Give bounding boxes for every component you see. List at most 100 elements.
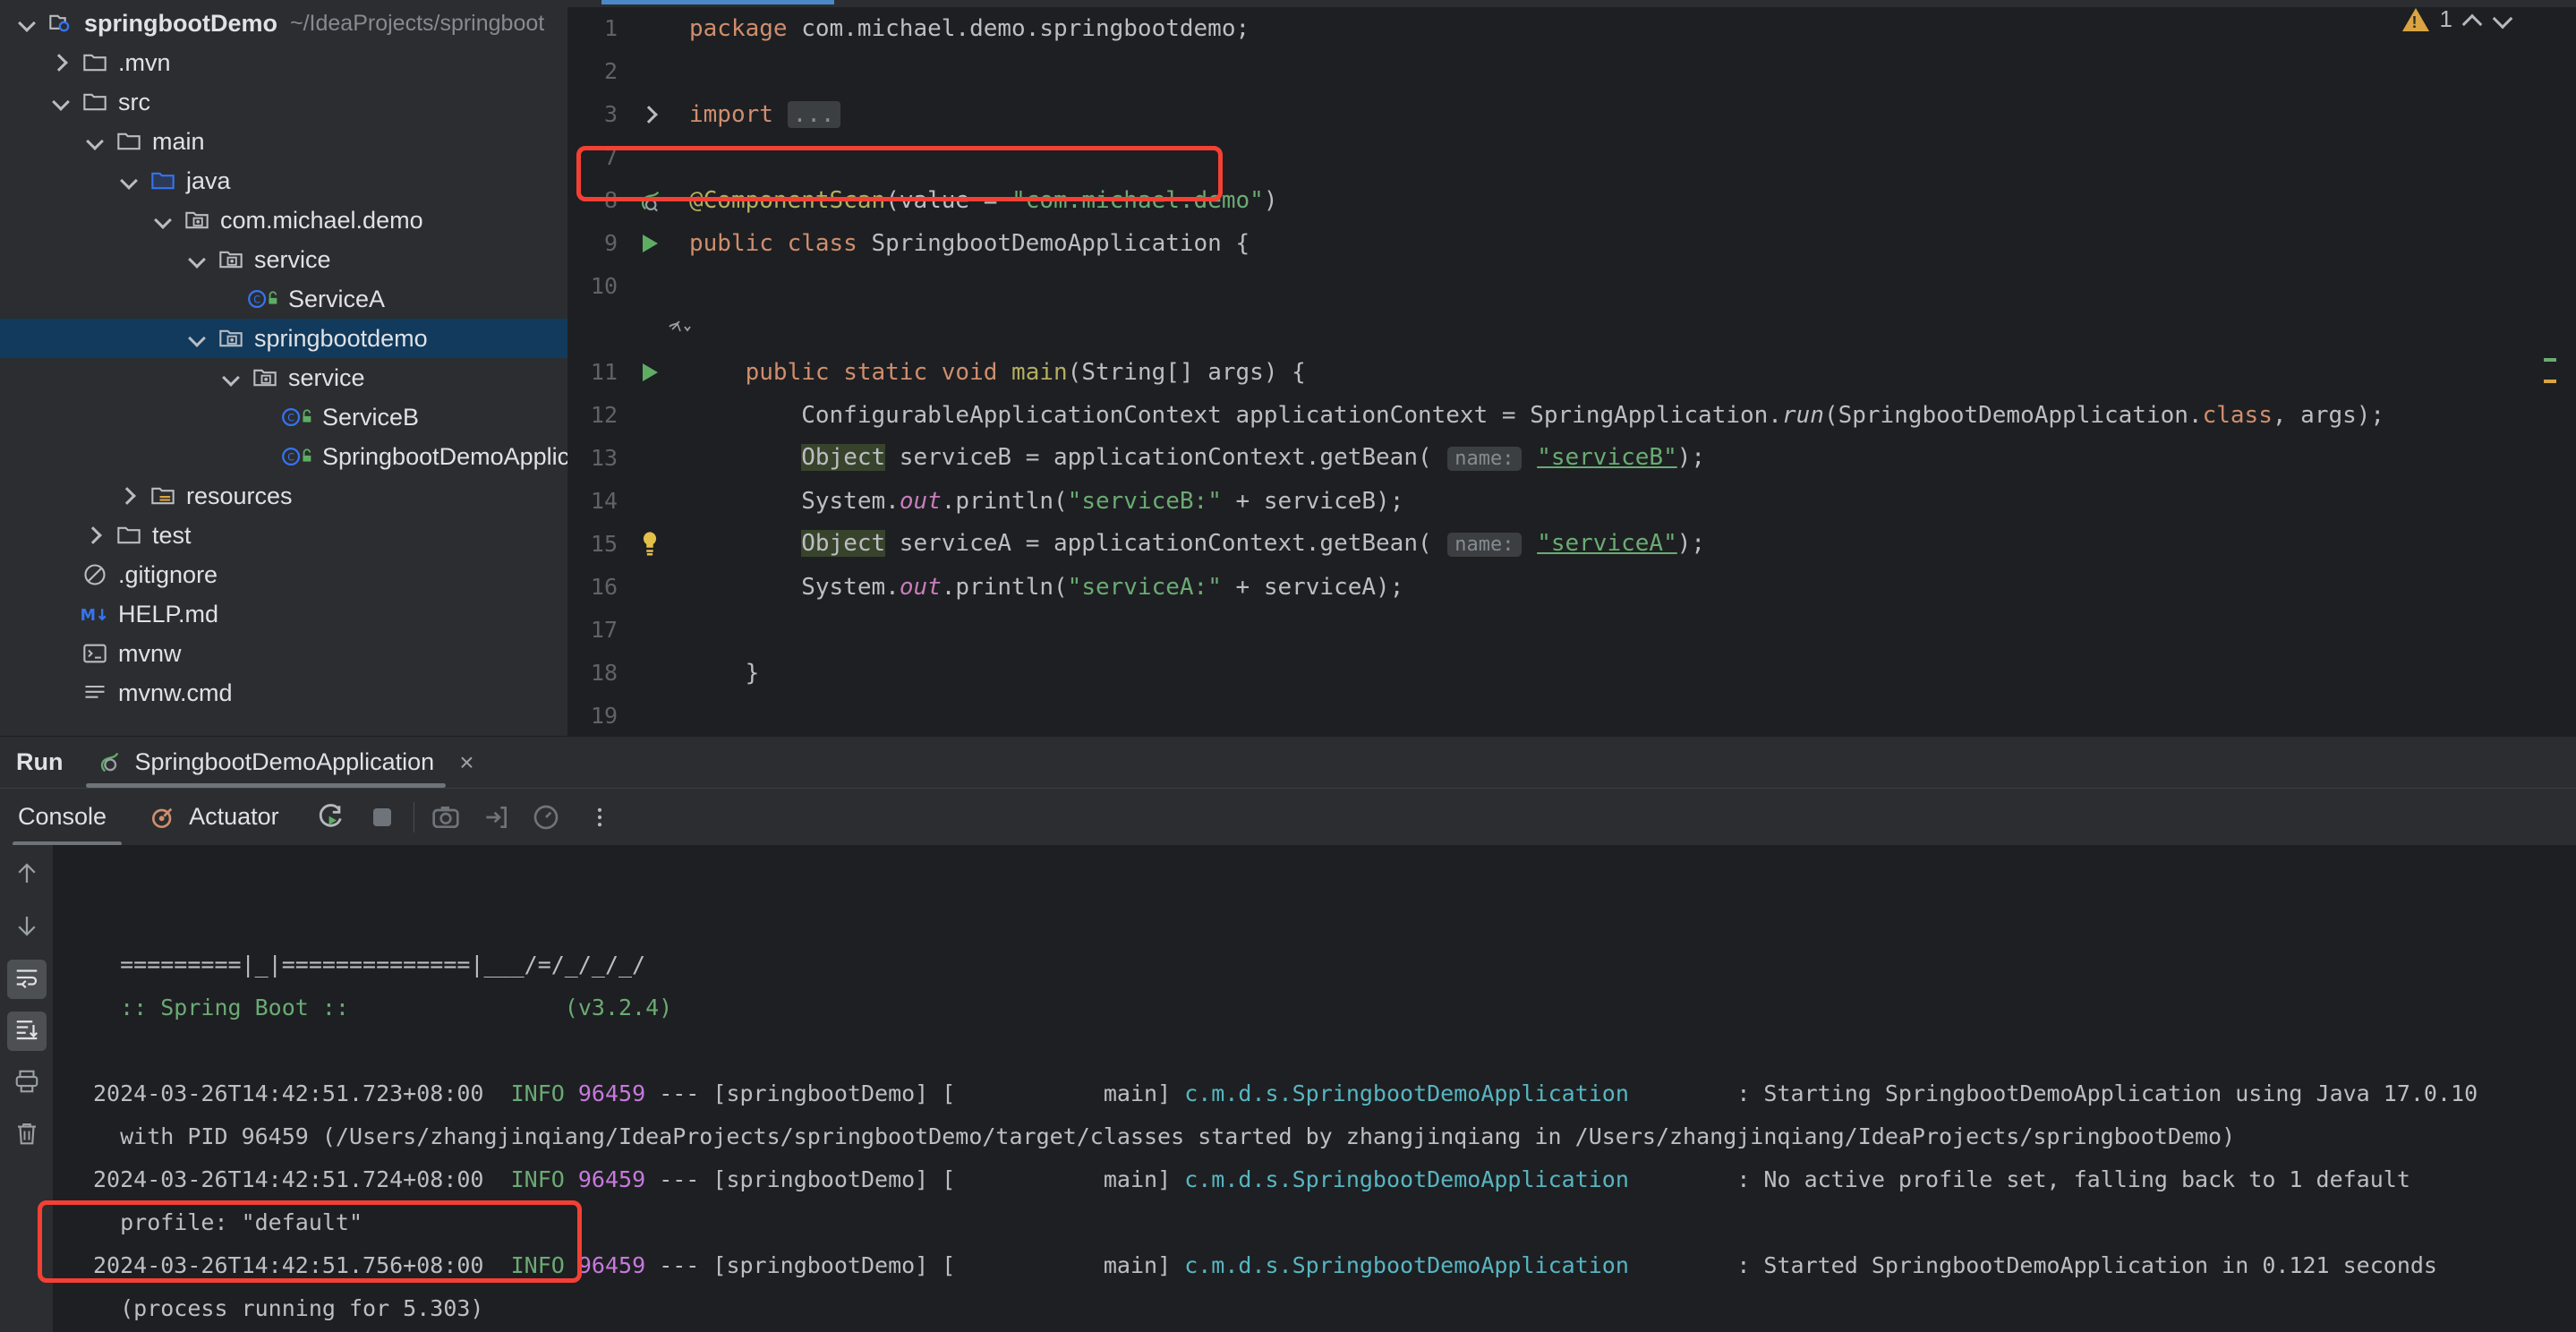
- chevron-down-icon[interactable]: [145, 211, 179, 229]
- code-text: public class SpringbootDemoApplication {: [689, 230, 1250, 257]
- tree-item-label: mvnw: [118, 639, 182, 667]
- run-configuration-tab[interactable]: SpringbootDemoApplication ×: [86, 737, 484, 789]
- module-folder-icon: [43, 11, 79, 36]
- code-line[interactable]: 18 }: [567, 652, 2576, 695]
- code-line[interactable]: 17: [567, 609, 2576, 652]
- code-line[interactable]: 10: [567, 265, 2576, 308]
- tree-item-mvnw-cmd[interactable]: mvnw.cmd: [0, 673, 567, 713]
- markdown-icon: M: [77, 602, 113, 627]
- scroll-up-button[interactable]: [7, 856, 47, 895]
- source-folder-icon: [145, 168, 181, 193]
- line-number: 14: [590, 488, 618, 514]
- code-text: }: [689, 660, 760, 687]
- print-button[interactable]: [7, 1063, 47, 1103]
- package-icon: [213, 247, 249, 272]
- console-line: =========|_|==============|___/=/_/_/_/: [93, 952, 646, 978]
- tree-item-mvn[interactable]: .mvn: [0, 43, 567, 82]
- export-icon[interactable]: [481, 802, 511, 832]
- run-gutter-icon[interactable]: [625, 363, 675, 381]
- tree-item-main[interactable]: main: [0, 122, 567, 161]
- spring-leaf-icon: [97, 750, 122, 775]
- fold-expand-icon[interactable]: [625, 106, 675, 124]
- tree-item-springbootdemo-root[interactable]: springbootDemo ~/IdeaProjects/springboot: [0, 4, 567, 43]
- tree-item-label: springbootDemo: [84, 9, 277, 37]
- stop-icon[interactable]: [367, 802, 397, 832]
- more-vertical-icon[interactable]: [584, 802, 615, 832]
- tree-item-help-md[interactable]: M HELP.md: [0, 594, 567, 634]
- tree-item-java[interactable]: java: [0, 161, 567, 201]
- tree-item-resources[interactable]: resources: [0, 476, 567, 516]
- console-line: 2024-03-26T14:42:51.724+08:00 INFO 96459…: [93, 1166, 2410, 1192]
- next-problem-icon[interactable]: [2494, 10, 2513, 30]
- console-line: 2024-03-26T14:42:51.723+08:00 INFO 96459…: [93, 1080, 2478, 1106]
- console-line: 2024-03-26T14:42:51.756+08:00 INFO 96459…: [93, 1252, 2437, 1278]
- tree-item-springbootdemoapplication[interactable]: C SpringbootDemoApplica: [0, 437, 567, 476]
- code-line[interactable]: 2: [567, 50, 2576, 93]
- spring-bean-gutter-icon[interactable]: [625, 188, 675, 213]
- chevron-down-icon[interactable]: [43, 93, 77, 111]
- line-number: 12: [590, 402, 618, 428]
- camera-icon[interactable]: [431, 802, 461, 832]
- scroll-to-end-button[interactable]: [6, 1012, 47, 1051]
- code-line[interactable]: 11 public static void main(String[] args…: [567, 351, 2576, 394]
- run-tool-window: Run SpringbootDemoApplication × Console: [0, 736, 2576, 1332]
- close-icon[interactable]: ×: [447, 748, 473, 777]
- tab-actuator-label: Actuator: [189, 803, 279, 830]
- tab-console[interactable]: Console: [0, 789, 124, 846]
- previous-problem-icon[interactable]: [2463, 10, 2483, 30]
- class-icon: C: [281, 404, 317, 431]
- active-tab-underline: [601, 0, 834, 4]
- inspection-widget[interactable]: 1: [2401, 5, 2513, 33]
- console-side-toolbar[interactable]: [0, 845, 54, 1332]
- rerun-icon[interactable]: [315, 802, 345, 832]
- code-line[interactable]: 1 package com.michael.demo.springbootdemo…: [567, 7, 2576, 50]
- code-content[interactable]: 1 package com.michael.demo.springbootdemo…: [567, 7, 2576, 736]
- tree-item-test[interactable]: test: [0, 516, 567, 555]
- tree-item-mvnw[interactable]: mvnw: [0, 634, 567, 673]
- code-editor[interactable]: 1 package com.michael.demo.springbootdemo…: [567, 0, 2576, 736]
- chevron-down-icon[interactable]: [179, 329, 213, 347]
- chevron-right-icon[interactable]: [111, 487, 145, 505]
- console-output[interactable]: =========|_|==============|___/=/_/_/_/ …: [54, 845, 2576, 1332]
- console-line: :: Spring Boot :: (v3.2.4): [93, 995, 673, 1020]
- soft-wrap-button[interactable]: [6, 960, 47, 999]
- tree-item-serviceb[interactable]: C ServiceB: [0, 397, 567, 437]
- tree-item-gitignore[interactable]: .gitignore: [0, 555, 567, 594]
- tree-item-com-michael-demo[interactable]: com.michael.demo: [0, 201, 567, 240]
- code-line[interactable]: [567, 308, 2576, 351]
- code-line[interactable]: 19: [567, 695, 2576, 736]
- chevron-down-icon[interactable]: [213, 369, 247, 387]
- tree-item-service-1[interactable]: service: [0, 240, 567, 279]
- chevron-down-icon[interactable]: [77, 132, 111, 150]
- code-line[interactable]: 13 Object serviceB = applicationContext.…: [567, 437, 2576, 480]
- chevron-right-icon[interactable]: [43, 54, 77, 72]
- code-line[interactable]: 7: [567, 136, 2576, 179]
- chevron-right-icon[interactable]: [77, 526, 111, 544]
- project-tree-panel[interactable]: springbootDemo ~/IdeaProjects/springboot.…: [0, 0, 567, 736]
- intention-bulb-icon[interactable]: [625, 531, 675, 558]
- run-gutter-icon[interactable]: [625, 235, 675, 252]
- code-line[interactable]: 9 public class SpringbootDemoApplication …: [567, 222, 2576, 265]
- warning-count: 1: [2439, 5, 2452, 32]
- tab-actuator[interactable]: Actuator: [130, 789, 297, 846]
- scroll-down-button[interactable]: [7, 908, 47, 947]
- clear-all-button[interactable]: [7, 1115, 47, 1155]
- actuator-icon: [148, 802, 178, 832]
- tree-item-service-2[interactable]: service: [0, 358, 567, 397]
- tree-item-label: test: [152, 521, 192, 549]
- code-line[interactable]: 3 import ...: [567, 93, 2576, 136]
- code-line[interactable]: 15 Object serviceA = applicationContext.…: [567, 523, 2576, 566]
- gauge-icon[interactable]: [531, 802, 561, 832]
- tree-item-servicea[interactable]: C ServiceA: [0, 279, 567, 319]
- code-line[interactable]: 14 System.out.println("serviceB:" + serv…: [567, 480, 2576, 523]
- chevron-down-icon[interactable]: [111, 172, 145, 190]
- code-line[interactable]: 16 System.out.println("serviceA:" + serv…: [567, 566, 2576, 609]
- tree-item-springbootdemo-pkg[interactable]: springbootdemo: [0, 319, 567, 358]
- package-icon: [213, 326, 249, 351]
- tree-item-src[interactable]: src: [0, 82, 567, 122]
- code-line[interactable]: 8 @ComponentScan(value = "com.michael.dem…: [567, 179, 2576, 222]
- chevron-down-icon[interactable]: [179, 251, 213, 269]
- chevron-down-icon[interactable]: [9, 14, 43, 32]
- folder-icon: [77, 90, 113, 115]
- code-line[interactable]: 12 ConfigurableApplicationContext applic…: [567, 394, 2576, 437]
